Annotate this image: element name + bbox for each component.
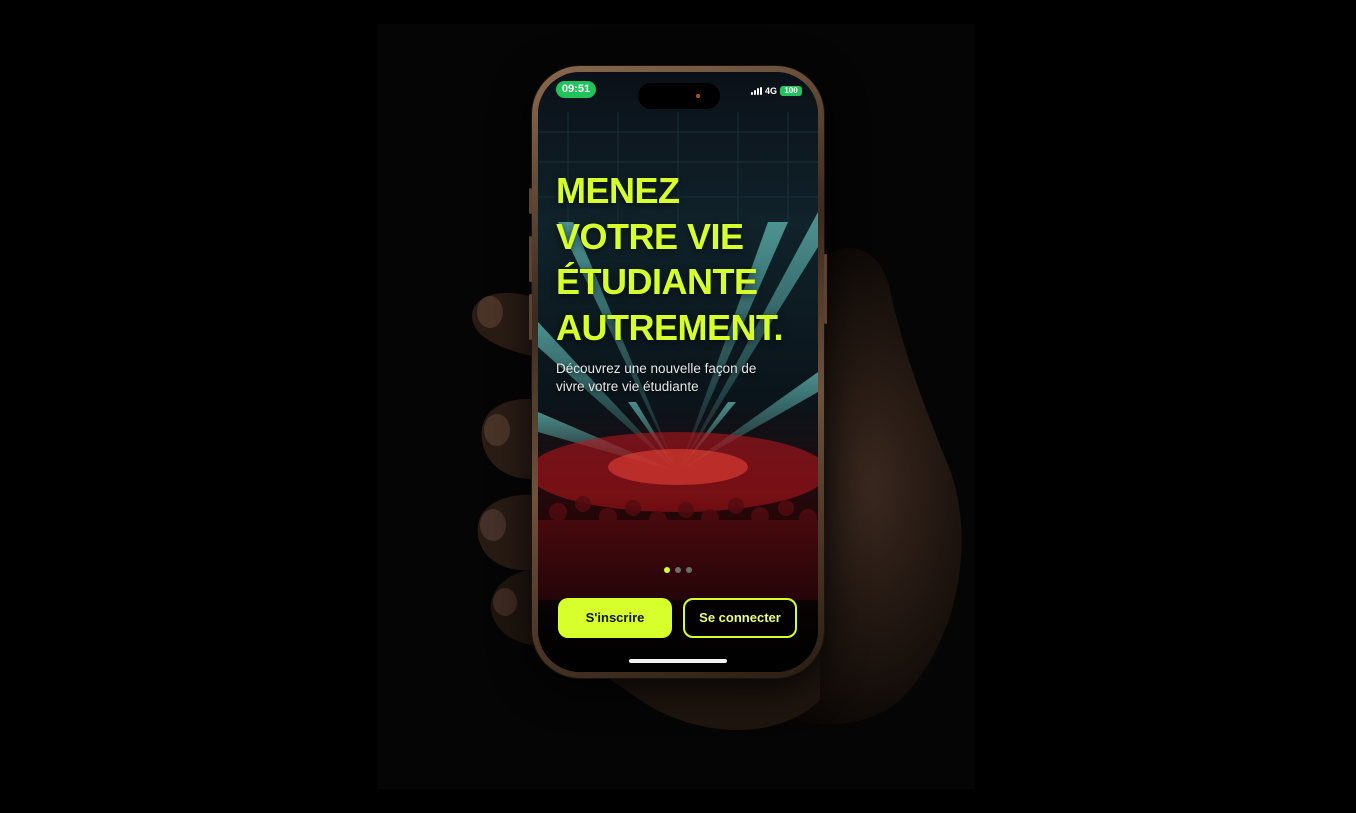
headline-line: AUTREMENT. [556, 306, 784, 348]
hero-subtitle: Découvrez une nouvelle façon de vivre vo… [556, 361, 757, 394]
camera-icon [696, 94, 700, 98]
phone-device: 09:51 4G 100 MENEZ VOTRE VIE ÉTUDIANTE A… [529, 66, 827, 678]
network-type: 4G [764, 86, 777, 96]
app-screen: 09:51 4G 100 MENEZ VOTRE VIE ÉTUDIANTE A… [538, 72, 818, 672]
power-button [824, 254, 827, 324]
hero-headline: MENEZ VOTRE VIE ÉTUDIANTE AUTREMENT. [556, 168, 818, 350]
volume-up-button [529, 236, 532, 282]
status-indicators: 4G 100 [750, 85, 802, 97]
status-time: 09:51 [556, 81, 596, 98]
headline-line: MENEZ [556, 170, 680, 211]
home-indicator[interactable] [629, 659, 727, 663]
headline-line: VOTRE VIE [556, 215, 744, 257]
signal-icon [750, 87, 762, 95]
signup-button[interactable]: S'inscrire [558, 598, 672, 638]
dynamic-island [638, 83, 720, 109]
onboarding-pager[interactable] [538, 567, 818, 573]
action-button [529, 188, 532, 214]
headline-line: ÉTUDIANTE [556, 261, 758, 302]
pager-dot-active[interactable] [664, 567, 670, 573]
pager-dot[interactable] [675, 567, 681, 573]
pager-dot[interactable] [686, 567, 692, 573]
volume-down-button [529, 294, 532, 340]
login-button[interactable]: Se connecter [683, 598, 797, 638]
battery-icon: 100 [780, 86, 802, 96]
